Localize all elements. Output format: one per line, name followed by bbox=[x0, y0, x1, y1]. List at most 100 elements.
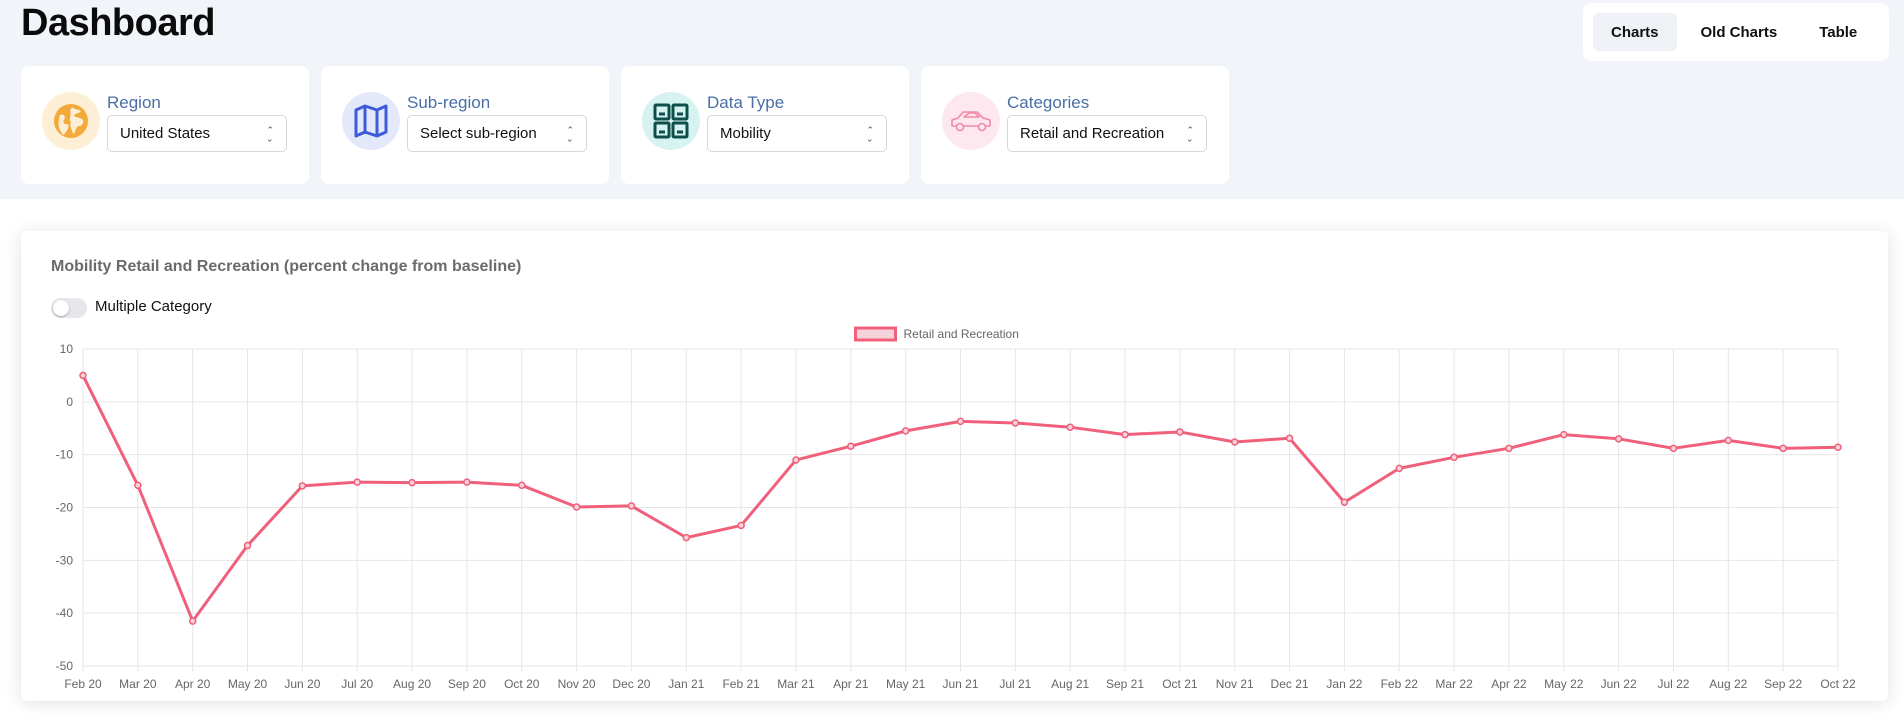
data-point bbox=[1340, 498, 1349, 506]
data-point bbox=[682, 533, 691, 542]
data-point bbox=[1230, 438, 1239, 446]
x-tick-label: May 20 bbox=[228, 677, 268, 691]
data-point bbox=[847, 442, 855, 450]
chevron-up-down-icon: ⌃ ⌃ bbox=[1186, 124, 1194, 143]
x-tick-label: Feb 21 bbox=[722, 677, 760, 691]
data-point bbox=[1285, 434, 1294, 443]
x-tick-label: Oct 21 bbox=[1162, 677, 1198, 691]
tab-table[interactable]: Table bbox=[1801, 13, 1875, 51]
data-point bbox=[463, 478, 471, 486]
legend-swatch bbox=[854, 326, 897, 342]
data-point bbox=[901, 427, 910, 435]
data-point bbox=[1011, 419, 1020, 427]
data-point bbox=[1505, 444, 1513, 453]
subregion-select[interactable]: Select sub-region ⌃ ⌃ bbox=[407, 115, 587, 152]
x-tick-label: Jan 21 bbox=[668, 677, 704, 691]
x-tick-label: Dec 20 bbox=[612, 677, 650, 691]
x-tick-label: Jul 22 bbox=[1657, 677, 1689, 691]
map-icon bbox=[342, 92, 400, 150]
legend-label: Retail and Recreation bbox=[904, 327, 1019, 341]
x-tick-label: Jul 20 bbox=[341, 677, 373, 691]
y-tick-label: -50 bbox=[56, 659, 74, 673]
line-chart: 10 0 -10 -20 -30 -40 -50 Feb 20 Mar 20 Apr 20 May … bbox=[56, 326, 1856, 691]
x-tick-label: Apr 22 bbox=[1491, 677, 1527, 691]
data-point bbox=[1450, 453, 1458, 462]
x-tick-label: Apr 21 bbox=[833, 677, 869, 691]
filter-area: Dashboard Charts Old Charts Table Region… bbox=[0, 0, 1904, 199]
data-point bbox=[1395, 464, 1403, 473]
data-point bbox=[518, 481, 526, 490]
chevron-up-down-icon: ⌃ ⌃ bbox=[266, 124, 274, 143]
y-tick-label: -30 bbox=[56, 553, 74, 567]
data-point bbox=[298, 482, 307, 490]
globe-icon bbox=[42, 92, 100, 150]
region-label: Region bbox=[107, 93, 161, 112]
x-tick-label: May 21 bbox=[886, 677, 926, 691]
y-tick-label: -10 bbox=[56, 448, 74, 462]
categories-select[interactable]: Retail and Recreation ⌃ ⌃ bbox=[1007, 115, 1207, 152]
region-card: Region United States ⌃ ⌃ bbox=[21, 66, 309, 184]
subregion-card: Sub-region Select sub-region ⌃ ⌃ bbox=[321, 66, 609, 184]
x-tick-label: Apr 20 bbox=[175, 677, 211, 691]
data-type-select[interactable]: Mobility ⌃ ⌃ bbox=[707, 115, 887, 152]
x-tick-label: Sep 20 bbox=[448, 677, 486, 691]
x-tick-label: Jun 22 bbox=[1601, 677, 1637, 691]
data-point bbox=[1669, 444, 1678, 453]
data-point bbox=[1834, 443, 1842, 452]
x-tick-label: Feb 20 bbox=[64, 677, 102, 691]
page-title: Dashboard bbox=[21, 2, 215, 44]
x-tick-label: Mar 21 bbox=[777, 677, 815, 691]
y-tick-label: -20 bbox=[56, 501, 74, 515]
x-tick-label: Dec 21 bbox=[1271, 677, 1309, 691]
categories-value: Retail and Recreation bbox=[1020, 125, 1165, 142]
x-tick-label: Sep 22 bbox=[1764, 677, 1802, 691]
x-tick-label: Mar 20 bbox=[119, 677, 157, 691]
x-tick-label: Aug 21 bbox=[1051, 677, 1089, 691]
data-point bbox=[408, 478, 416, 487]
data-point bbox=[79, 371, 87, 380]
x-tick-label: May 22 bbox=[1544, 677, 1584, 691]
x-tick-label: Aug 20 bbox=[393, 677, 431, 691]
data-point bbox=[353, 478, 361, 486]
x-tick-label: Jul 21 bbox=[999, 677, 1031, 691]
x-tick-label: Jun 21 bbox=[942, 677, 978, 691]
grid-icon bbox=[642, 92, 700, 150]
chevron-up-down-icon: ⌃ ⌃ bbox=[566, 124, 574, 143]
data-point bbox=[1724, 436, 1733, 445]
data-type-card: Data Type Mobility ⌃ ⌃ bbox=[621, 66, 909, 184]
data-point bbox=[1176, 428, 1184, 436]
tab-charts[interactable]: Charts bbox=[1593, 13, 1677, 51]
x-tick-label: Oct 20 bbox=[504, 677, 540, 691]
data-type-value: Mobility bbox=[720, 125, 771, 142]
car-icon bbox=[942, 92, 1000, 150]
data-point bbox=[627, 502, 636, 510]
x-tick-label: Oct 22 bbox=[1820, 677, 1856, 691]
x-tick-label: Jan 22 bbox=[1326, 677, 1362, 691]
subregion-value: Select sub-region bbox=[420, 125, 537, 142]
region-select[interactable]: United States ⌃ ⌃ bbox=[107, 115, 287, 152]
x-tick-label: Mar 22 bbox=[1435, 677, 1473, 691]
x-tick-label: Nov 21 bbox=[1216, 677, 1254, 691]
data-point bbox=[792, 456, 800, 464]
data-point bbox=[1121, 430, 1129, 439]
data-point bbox=[1779, 444, 1787, 453]
chevron-up-down-icon: ⌃ ⌃ bbox=[866, 124, 874, 143]
data-point bbox=[1614, 435, 1623, 443]
tab-old-charts[interactable]: Old Charts bbox=[1683, 13, 1796, 51]
data-point bbox=[1560, 430, 1568, 439]
data-point bbox=[1066, 423, 1074, 431]
y-tick-label: 0 bbox=[66, 395, 73, 409]
region-value: United States bbox=[120, 125, 211, 142]
categories-label: Categories bbox=[1007, 93, 1090, 112]
x-tick-label: Nov 20 bbox=[558, 677, 596, 691]
y-tick-label: -40 bbox=[56, 606, 74, 620]
data-point bbox=[134, 481, 142, 490]
data-point bbox=[243, 541, 252, 550]
x-tick-label: Jun 20 bbox=[284, 677, 320, 691]
y-tick-label: 10 bbox=[60, 342, 74, 356]
view-switcher: Charts Old Charts Table bbox=[1583, 3, 1889, 61]
data-point bbox=[572, 503, 581, 511]
x-tick-label: Aug 22 bbox=[1709, 677, 1747, 691]
data-point bbox=[956, 417, 965, 426]
data-type-label: Data Type bbox=[707, 93, 785, 112]
